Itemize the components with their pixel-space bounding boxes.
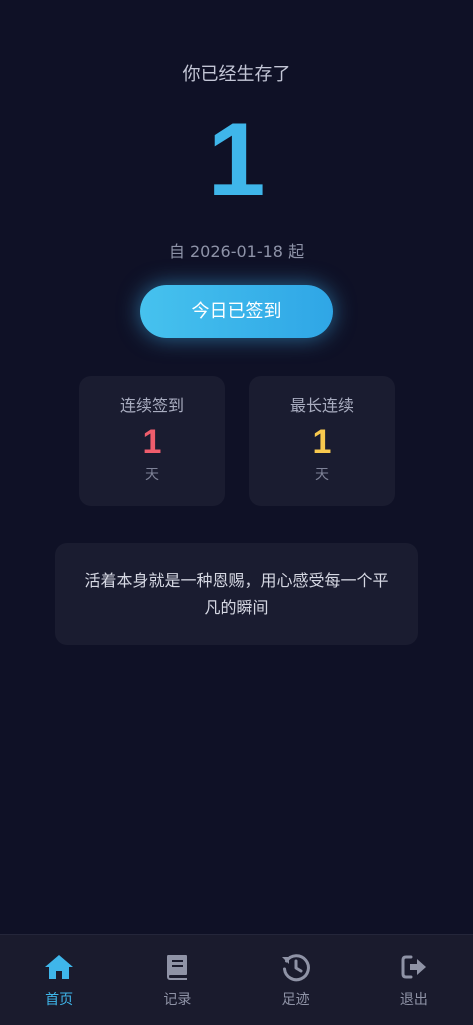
since-date-text: 自 2026-01-18 起 <box>168 242 305 261</box>
bottom-tabbar: 首页 记录 足迹 退出 <box>0 934 473 1025</box>
longest-streak-unit: 天 <box>315 467 329 483</box>
logout-icon <box>401 955 426 979</box>
book-icon <box>167 955 188 980</box>
longest-streak-value: 1 <box>312 423 332 461</box>
survival-headline: 你已经生存了 <box>182 64 291 85</box>
tab-footprints[interactable]: 足迹 <box>237 935 355 1025</box>
quote-card: 活着本身就是一种恩赐，用心感受每一个平凡的瞬间 <box>55 543 418 645</box>
tab-home-label: 首页 <box>45 992 74 1008</box>
tab-logout[interactable]: 退出 <box>355 935 473 1025</box>
history-icon <box>281 954 310 982</box>
streak-value: 1 <box>142 423 162 461</box>
streak-unit: 天 <box>145 467 159 483</box>
app-screen: 你已经生存了 1 自 2026-01-18 起 今日已签到 连续签到 1 天 最… <box>0 0 473 1025</box>
tab-logout-label: 退出 <box>399 992 428 1008</box>
tab-records-label: 记录 <box>163 992 192 1008</box>
longest-streak-title: 最长连续 <box>289 396 354 415</box>
longest-streak-card: 最长连续 1 天 <box>249 376 395 506</box>
days-survived-count: 1 <box>207 102 266 218</box>
streak-title: 连续签到 <box>119 396 184 415</box>
streak-card: 连续签到 1 天 <box>79 376 225 506</box>
quote-text: 活着本身就是一种恩赐，用心感受每一个平凡的瞬间 <box>84 571 389 617</box>
tab-footprints-label: 足迹 <box>281 992 310 1008</box>
checkin-button[interactable]: 今日已签到 <box>140 285 333 338</box>
tab-records[interactable]: 记录 <box>118 935 236 1025</box>
home-icon <box>45 955 74 979</box>
tab-home[interactable]: 首页 <box>0 935 118 1025</box>
